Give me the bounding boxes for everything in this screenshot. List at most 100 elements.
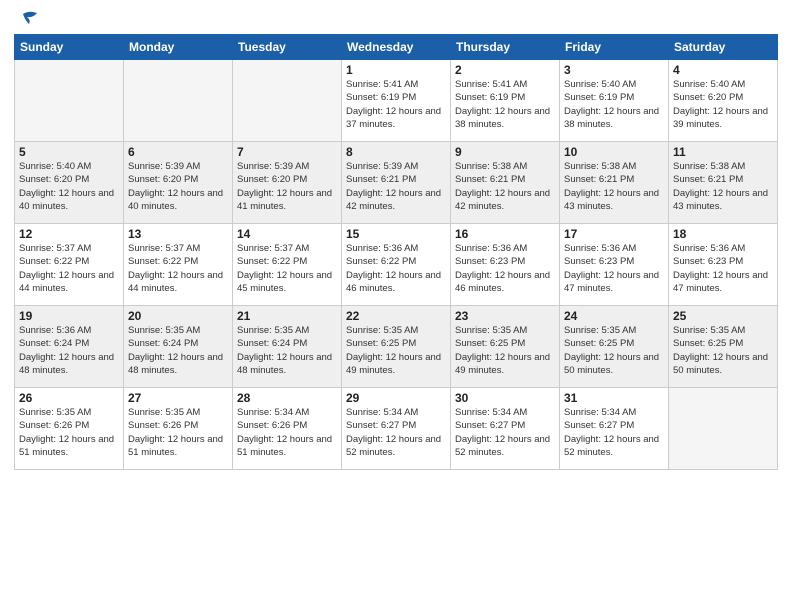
day-number: 24 — [564, 309, 664, 323]
day-number: 31 — [564, 391, 664, 405]
calendar-cell: 12Sunrise: 5:37 AMSunset: 6:22 PMDayligh… — [15, 224, 124, 306]
day-number: 16 — [455, 227, 555, 241]
calendar-cell: 14Sunrise: 5:37 AMSunset: 6:22 PMDayligh… — [233, 224, 342, 306]
calendar-header-sunday: Sunday — [15, 35, 124, 60]
calendar-week-row: 12Sunrise: 5:37 AMSunset: 6:22 PMDayligh… — [15, 224, 778, 306]
calendar-cell: 28Sunrise: 5:34 AMSunset: 6:26 PMDayligh… — [233, 388, 342, 470]
calendar-header-monday: Monday — [124, 35, 233, 60]
calendar-cell: 18Sunrise: 5:36 AMSunset: 6:23 PMDayligh… — [669, 224, 778, 306]
day-number: 11 — [673, 145, 773, 159]
day-number: 7 — [237, 145, 337, 159]
calendar-cell — [15, 60, 124, 142]
calendar-cell: 23Sunrise: 5:35 AMSunset: 6:25 PMDayligh… — [451, 306, 560, 388]
day-info: Sunrise: 5:38 AMSunset: 6:21 PMDaylight:… — [673, 160, 773, 213]
calendar-cell: 31Sunrise: 5:34 AMSunset: 6:27 PMDayligh… — [560, 388, 669, 470]
calendar-cell: 30Sunrise: 5:34 AMSunset: 6:27 PMDayligh… — [451, 388, 560, 470]
calendar-header-tuesday: Tuesday — [233, 35, 342, 60]
day-info: Sunrise: 5:39 AMSunset: 6:21 PMDaylight:… — [346, 160, 446, 213]
day-info: Sunrise: 5:40 AMSunset: 6:19 PMDaylight:… — [564, 78, 664, 131]
calendar-header-thursday: Thursday — [451, 35, 560, 60]
calendar-cell: 5Sunrise: 5:40 AMSunset: 6:20 PMDaylight… — [15, 142, 124, 224]
calendar-cell — [233, 60, 342, 142]
calendar-cell: 29Sunrise: 5:34 AMSunset: 6:27 PMDayligh… — [342, 388, 451, 470]
day-number: 21 — [237, 309, 337, 323]
day-info: Sunrise: 5:35 AMSunset: 6:26 PMDaylight:… — [128, 406, 228, 459]
day-number: 18 — [673, 227, 773, 241]
calendar-cell: 8Sunrise: 5:39 AMSunset: 6:21 PMDaylight… — [342, 142, 451, 224]
calendar-cell: 19Sunrise: 5:36 AMSunset: 6:24 PMDayligh… — [15, 306, 124, 388]
calendar-cell: 6Sunrise: 5:39 AMSunset: 6:20 PMDaylight… — [124, 142, 233, 224]
day-number: 23 — [455, 309, 555, 323]
calendar-cell: 26Sunrise: 5:35 AMSunset: 6:26 PMDayligh… — [15, 388, 124, 470]
calendar-cell: 2Sunrise: 5:41 AMSunset: 6:19 PMDaylight… — [451, 60, 560, 142]
day-info: Sunrise: 5:37 AMSunset: 6:22 PMDaylight:… — [128, 242, 228, 295]
calendar-week-row: 1Sunrise: 5:41 AMSunset: 6:19 PMDaylight… — [15, 60, 778, 142]
day-info: Sunrise: 5:35 AMSunset: 6:25 PMDaylight:… — [564, 324, 664, 377]
day-info: Sunrise: 5:38 AMSunset: 6:21 PMDaylight:… — [455, 160, 555, 213]
day-number: 22 — [346, 309, 446, 323]
day-info: Sunrise: 5:38 AMSunset: 6:21 PMDaylight:… — [564, 160, 664, 213]
day-info: Sunrise: 5:36 AMSunset: 6:23 PMDaylight:… — [455, 242, 555, 295]
day-info: Sunrise: 5:36 AMSunset: 6:22 PMDaylight:… — [346, 242, 446, 295]
day-info: Sunrise: 5:36 AMSunset: 6:24 PMDaylight:… — [19, 324, 119, 377]
day-number: 4 — [673, 63, 773, 77]
calendar-week-row: 5Sunrise: 5:40 AMSunset: 6:20 PMDaylight… — [15, 142, 778, 224]
day-info: Sunrise: 5:34 AMSunset: 6:27 PMDaylight:… — [346, 406, 446, 459]
page-container: SundayMondayTuesdayWednesdayThursdayFrid… — [0, 0, 792, 612]
day-number: 20 — [128, 309, 228, 323]
day-info: Sunrise: 5:35 AMSunset: 6:26 PMDaylight:… — [19, 406, 119, 459]
day-info: Sunrise: 5:36 AMSunset: 6:23 PMDaylight:… — [673, 242, 773, 295]
day-number: 25 — [673, 309, 773, 323]
calendar-cell: 1Sunrise: 5:41 AMSunset: 6:19 PMDaylight… — [342, 60, 451, 142]
calendar-cell: 3Sunrise: 5:40 AMSunset: 6:19 PMDaylight… — [560, 60, 669, 142]
day-number: 12 — [19, 227, 119, 241]
calendar-cell: 10Sunrise: 5:38 AMSunset: 6:21 PMDayligh… — [560, 142, 669, 224]
day-info: Sunrise: 5:35 AMSunset: 6:25 PMDaylight:… — [673, 324, 773, 377]
calendar-cell — [669, 388, 778, 470]
day-number: 17 — [564, 227, 664, 241]
day-number: 1 — [346, 63, 446, 77]
calendar-cell: 24Sunrise: 5:35 AMSunset: 6:25 PMDayligh… — [560, 306, 669, 388]
calendar-header-saturday: Saturday — [669, 35, 778, 60]
day-number: 14 — [237, 227, 337, 241]
day-info: Sunrise: 5:40 AMSunset: 6:20 PMDaylight:… — [19, 160, 119, 213]
calendar-cell: 16Sunrise: 5:36 AMSunset: 6:23 PMDayligh… — [451, 224, 560, 306]
day-number: 30 — [455, 391, 555, 405]
day-info: Sunrise: 5:41 AMSunset: 6:19 PMDaylight:… — [346, 78, 446, 131]
day-number: 9 — [455, 145, 555, 159]
day-info: Sunrise: 5:35 AMSunset: 6:25 PMDaylight:… — [455, 324, 555, 377]
day-info: Sunrise: 5:35 AMSunset: 6:25 PMDaylight:… — [346, 324, 446, 377]
day-number: 28 — [237, 391, 337, 405]
day-info: Sunrise: 5:34 AMSunset: 6:26 PMDaylight:… — [237, 406, 337, 459]
calendar-week-row: 19Sunrise: 5:36 AMSunset: 6:24 PMDayligh… — [15, 306, 778, 388]
day-info: Sunrise: 5:35 AMSunset: 6:24 PMDaylight:… — [237, 324, 337, 377]
day-number: 29 — [346, 391, 446, 405]
day-number: 10 — [564, 145, 664, 159]
calendar-cell: 17Sunrise: 5:36 AMSunset: 6:23 PMDayligh… — [560, 224, 669, 306]
day-info: Sunrise: 5:41 AMSunset: 6:19 PMDaylight:… — [455, 78, 555, 131]
day-number: 3 — [564, 63, 664, 77]
logo-bird-icon — [15, 10, 39, 30]
day-number: 6 — [128, 145, 228, 159]
day-info: Sunrise: 5:39 AMSunset: 6:20 PMDaylight:… — [237, 160, 337, 213]
day-number: 13 — [128, 227, 228, 241]
day-info: Sunrise: 5:37 AMSunset: 6:22 PMDaylight:… — [237, 242, 337, 295]
day-info: Sunrise: 5:37 AMSunset: 6:22 PMDaylight:… — [19, 242, 119, 295]
calendar-cell: 27Sunrise: 5:35 AMSunset: 6:26 PMDayligh… — [124, 388, 233, 470]
calendar-cell: 11Sunrise: 5:38 AMSunset: 6:21 PMDayligh… — [669, 142, 778, 224]
calendar-cell — [124, 60, 233, 142]
calendar-header-friday: Friday — [560, 35, 669, 60]
calendar-table: SundayMondayTuesdayWednesdayThursdayFrid… — [14, 34, 778, 470]
calendar-header-wednesday: Wednesday — [342, 35, 451, 60]
day-number: 8 — [346, 145, 446, 159]
day-number: 26 — [19, 391, 119, 405]
day-info: Sunrise: 5:40 AMSunset: 6:20 PMDaylight:… — [673, 78, 773, 131]
calendar-cell: 15Sunrise: 5:36 AMSunset: 6:22 PMDayligh… — [342, 224, 451, 306]
day-info: Sunrise: 5:36 AMSunset: 6:23 PMDaylight:… — [564, 242, 664, 295]
calendar-cell: 25Sunrise: 5:35 AMSunset: 6:25 PMDayligh… — [669, 306, 778, 388]
day-info: Sunrise: 5:35 AMSunset: 6:24 PMDaylight:… — [128, 324, 228, 377]
day-number: 15 — [346, 227, 446, 241]
calendar-week-row: 26Sunrise: 5:35 AMSunset: 6:26 PMDayligh… — [15, 388, 778, 470]
day-number: 5 — [19, 145, 119, 159]
day-info: Sunrise: 5:34 AMSunset: 6:27 PMDaylight:… — [564, 406, 664, 459]
